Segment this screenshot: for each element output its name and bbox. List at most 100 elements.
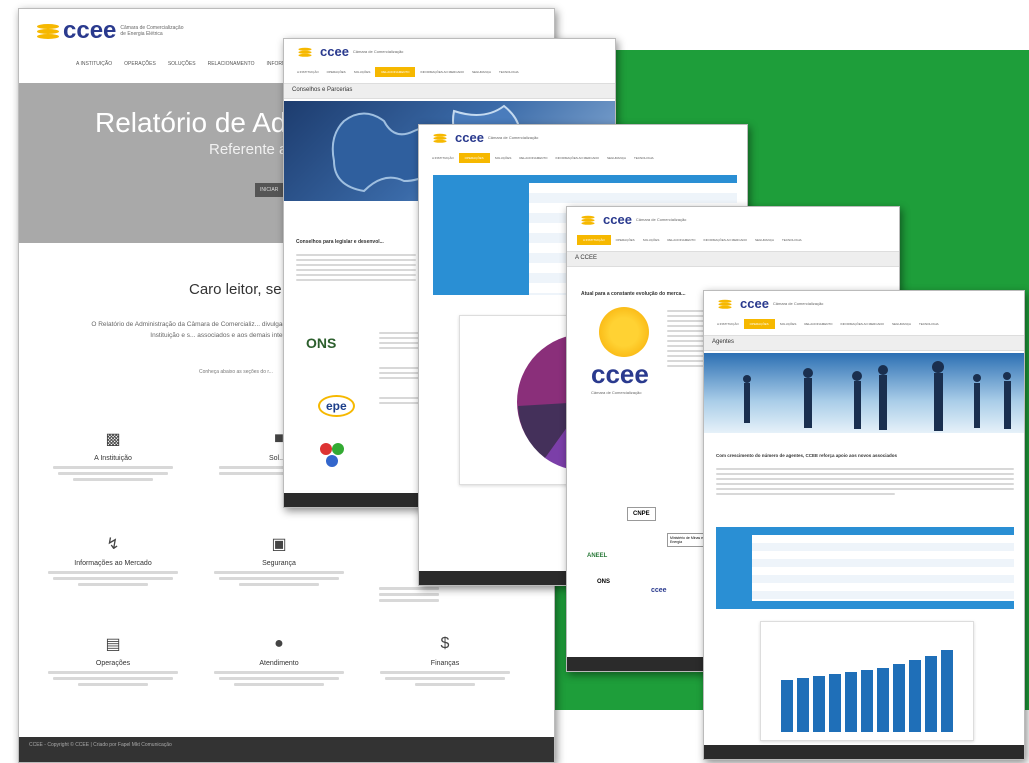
- nav-item[interactable]: TECNOLOGIA: [631, 154, 657, 162]
- logo-text: ccee: [320, 44, 349, 59]
- text-line: [379, 599, 439, 602]
- people-silhouettes: [743, 361, 1011, 431]
- nav-item[interactable]: RELACIONAMENTO: [801, 320, 835, 328]
- nav-item[interactable]: RELACIONAMENTO: [516, 154, 550, 162]
- section-title: Agentes: [712, 339, 735, 345]
- text-line: [296, 279, 416, 281]
- text-line: [58, 472, 168, 475]
- nav-item[interactable]: INFORMAÇÕES AO MERCADO: [417, 68, 467, 76]
- text-line: [385, 677, 505, 680]
- nav-item-active[interactable]: RELACIONAMENTO: [375, 67, 416, 77]
- header: ccee Câmara de Comercialização A INSTITU…: [284, 39, 615, 82]
- nav-item[interactable]: RELACIONAMENTO: [205, 59, 258, 69]
- nav-item[interactable]: A INSTITUIÇÃO: [429, 154, 457, 162]
- text-line: [716, 468, 1014, 470]
- nav-item[interactable]: OPERAÇÕES: [324, 68, 349, 76]
- text-line: [53, 577, 173, 580]
- nav: A INSTITUIÇÃO OPERAÇÕES SOLUÇÕES RELACIO…: [714, 319, 1014, 329]
- nav-item[interactable]: INFORMAÇÕES AO MERCADO: [700, 236, 750, 244]
- nav-item[interactable]: INFORMAÇÕES AO MERCADO: [552, 154, 602, 162]
- logo-text: ccee: [63, 17, 117, 44]
- ons-logo: ONS: [306, 335, 337, 351]
- ccee-sun-icon: [599, 307, 649, 357]
- content-text: [716, 465, 1014, 498]
- text-line: [716, 478, 1014, 480]
- text-line: [296, 274, 416, 276]
- text-line: [48, 571, 178, 574]
- nav-item[interactable]: SOLUÇÕES: [640, 236, 663, 244]
- text-line: [78, 683, 148, 686]
- epe-logo: epe: [318, 395, 355, 417]
- text-line: [219, 577, 339, 580]
- nav-item[interactable]: SOLUÇÕES: [777, 320, 800, 328]
- header: ccee Câmara de Comercialização A INSTITU…: [704, 291, 1024, 334]
- nav-item[interactable]: TECNOLOGIA: [779, 236, 805, 244]
- title-bar: A CCEE: [567, 251, 899, 267]
- content-heading: Com crescimento do número de agentes, CC…: [716, 453, 898, 458]
- nav-item[interactable]: SEGURANÇA: [752, 236, 777, 244]
- nav-item[interactable]: TECNOLOGIA: [496, 68, 522, 76]
- table-value-cells: [752, 535, 1014, 601]
- ccee-logo[interactable]: ccee Câmara de Comercialização: [577, 212, 889, 227]
- feature-service[interactable]: ● Atendimento: [209, 634, 349, 689]
- ccee-logo-icon: [298, 47, 312, 57]
- nav-item[interactable]: A INSTITUIÇÃO: [294, 68, 322, 76]
- text-line: [219, 677, 339, 680]
- nav-item[interactable]: OPERAÇÕES: [613, 236, 638, 244]
- footer: CCEE - Copyright © CCEE | Criado por Fap…: [19, 737, 554, 762]
- feature-market-info[interactable]: ↯ Informações ao Mercado: [43, 534, 183, 589]
- feature-security[interactable]: ▣ Segurança: [209, 534, 349, 589]
- nav-item[interactable]: RELACIONAMENTO: [664, 236, 698, 244]
- diagram-node-ons: ONS: [597, 579, 611, 585]
- text-line: [716, 488, 1014, 490]
- logo-text: ccee: [740, 296, 769, 311]
- nav-item[interactable]: SEGURANÇA: [604, 154, 629, 162]
- nav-item-active[interactable]: OPERAÇÕES: [743, 319, 775, 329]
- dollar-icon: $: [440, 635, 450, 652]
- ccee-logo[interactable]: ccee Câmara de Comercialização: [714, 296, 1014, 311]
- ccee-logo-icon: [37, 24, 59, 39]
- bolt-icon: ↯: [106, 536, 120, 553]
- feature-operations[interactable]: ▤ Operações: [43, 634, 183, 689]
- title-bar: Conselhos e Parcerias: [284, 83, 615, 99]
- table-label-column: [433, 183, 529, 295]
- nav-item[interactable]: A INSTITUIÇÃO: [714, 320, 742, 328]
- nav-item[interactable]: SOLUÇÕES: [492, 154, 515, 162]
- text-line: [53, 677, 173, 680]
- nav: A INSTITUIÇÃO OPERAÇÕES SOLUÇÕES RELACIO…: [294, 67, 605, 77]
- nav-item-active[interactable]: A INSTITUIÇÃO: [577, 235, 611, 245]
- feature-text: [43, 671, 183, 686]
- nav-item[interactable]: INFORMAÇÕES AO MERCADO: [837, 320, 887, 328]
- nav-item[interactable]: TECNOLOGIA: [916, 320, 942, 328]
- text-line: [48, 671, 178, 674]
- nav-item-active[interactable]: OPERAÇÕES: [458, 153, 490, 163]
- table-body: [716, 535, 1014, 601]
- nav-item[interactable]: SOLUÇÕES: [351, 68, 374, 76]
- feature-text: [209, 671, 349, 686]
- logo-subtitle-line2: de Energia Elétrica: [120, 31, 163, 37]
- big-ccee-logo: ccee Câmara de Comercialização: [591, 307, 661, 396]
- bar-chart: [781, 650, 953, 732]
- nav-item[interactable]: SOLUÇÕES: [165, 59, 199, 69]
- nav-item[interactable]: A INSTITUIÇÃO: [73, 59, 115, 69]
- feature-title: Operações: [95, 660, 131, 667]
- feature-institution[interactable]: ▩ A Instituição: [43, 429, 183, 484]
- nav-item[interactable]: OPERAÇÕES: [121, 59, 159, 69]
- org-diagram: CNPE Ministério de Minas e Energia ANEEL…: [587, 507, 717, 617]
- feature-finance[interactable]: $ Finanças: [375, 634, 515, 689]
- feature-text-partial: [379, 584, 439, 605]
- nav-item[interactable]: SEGURANÇA: [469, 68, 494, 76]
- logo-text: ccee: [603, 212, 632, 227]
- table-label-column: [716, 535, 752, 601]
- feature-text: [43, 466, 183, 481]
- ccee-logo[interactable]: ccee Câmara de Comercialização: [294, 44, 605, 59]
- feature-text: [375, 671, 515, 686]
- nav: A INSTITUIÇÃO OPERAÇÕES SOLUÇÕES RELACIO…: [577, 235, 889, 245]
- feature-title: Informações ao Mercado: [74, 560, 152, 567]
- nav-item[interactable]: SEGURANÇA: [889, 320, 914, 328]
- feature-text: [209, 571, 349, 586]
- feature-title: Segurança: [262, 560, 296, 567]
- ccee-logo[interactable]: ccee Câmara de Comercialização: [429, 130, 737, 145]
- diagram-node-aneel: ANEEL: [587, 553, 608, 559]
- ccee-logo-icon: [581, 215, 595, 225]
